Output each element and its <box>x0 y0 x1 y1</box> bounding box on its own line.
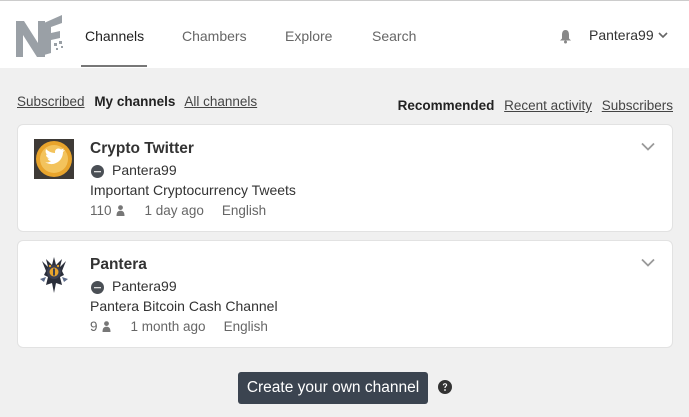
chevron-down-icon[interactable] <box>658 31 668 39</box>
active-tab-underline <box>81 65 147 67</box>
channel-age: 1 day ago <box>144 203 204 218</box>
nav-tab-chambers[interactable]: Chambers <box>182 28 247 44</box>
channel-card[interactable]: Crypto Twitter Pantera99 Important Crypt… <box>17 124 673 232</box>
owner-avatar-icon <box>91 281 104 294</box>
nav-tab-channels[interactable]: Channels <box>85 28 144 44</box>
subscriber-count: 9 <box>90 319 98 334</box>
nav-tab-search[interactable]: Search <box>372 28 416 44</box>
sort-recent-activity[interactable]: Recent activity <box>504 98 592 113</box>
sort-recommended[interactable]: Recommended <box>398 98 495 113</box>
channel-description: Important Cryptocurrency Tweets <box>90 182 296 198</box>
channel-owner[interactable]: Pantera99 <box>112 162 177 178</box>
channel-owner[interactable]: Pantera99 <box>112 278 177 294</box>
channel-title[interactable]: Crypto Twitter <box>90 140 194 158</box>
channel-title[interactable]: Pantera <box>90 256 147 274</box>
channel-description: Pantera Bitcoin Cash Channel <box>90 298 278 314</box>
channel-card[interactable]: Pantera Pantera99 Pantera Bitcoin Cash C… <box>17 240 673 348</box>
bell-icon[interactable] <box>559 29 572 44</box>
channel-filter-group: Subscribed My channels All channels <box>17 94 263 109</box>
filter-my-channels[interactable]: My channels <box>94 94 175 109</box>
channel-meta: 110 1 day ago English <box>90 203 266 218</box>
channel-meta: 9 1 month ago English <box>90 319 268 334</box>
create-channel-button[interactable]: Create your own channel <box>238 372 428 404</box>
chevron-down-icon[interactable] <box>641 142 655 151</box>
filter-all-channels[interactable]: All channels <box>184 94 257 109</box>
channel-language: English <box>223 319 268 334</box>
sort-subscribers[interactable]: Subscribers <box>602 98 673 113</box>
top-navigation-bar: Channels Chambers Explore Search Pantera… <box>0 0 689 68</box>
nav-tab-explore[interactable]: Explore <box>285 28 332 44</box>
nf-logo-icon[interactable] <box>14 13 66 59</box>
person-icon <box>102 321 111 332</box>
filter-subscribed[interactable]: Subscribed <box>17 94 85 109</box>
sort-options: Recommended Recent activity Subscribers <box>398 98 673 113</box>
twitter-bird-icon <box>34 139 74 179</box>
person-icon <box>116 205 125 216</box>
channel-language: English <box>221 203 267 218</box>
subscriber-count: 110 <box>90 203 112 218</box>
help-icon[interactable] <box>438 380 452 394</box>
panther-icon <box>40 257 68 293</box>
chevron-down-icon[interactable] <box>641 258 655 267</box>
channel-age: 1 month ago <box>130 319 206 334</box>
user-menu-name[interactable]: Pantera99 <box>589 27 654 43</box>
owner-avatar-icon <box>91 165 104 178</box>
